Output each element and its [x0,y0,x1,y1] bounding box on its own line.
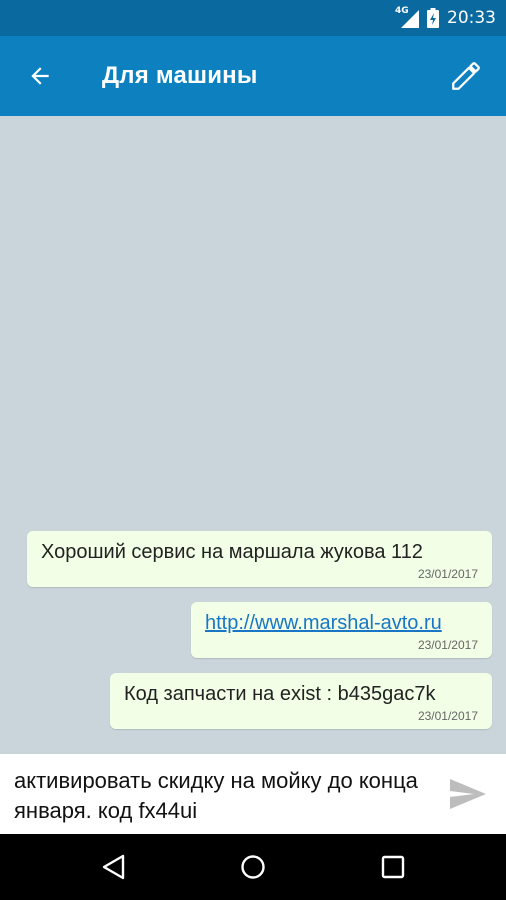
nav-back-button[interactable] [93,847,133,887]
edit-button[interactable] [444,54,488,98]
message-date: 23/01/2017 [417,567,478,581]
back-button[interactable] [20,56,60,96]
status-indicators: 4G 20:33 [395,0,496,36]
nav-home-button[interactable] [233,847,273,887]
message-bubble[interactable]: http://www.marshal-avto.ru 23/01/2017 [191,602,492,658]
message-list[interactable]: Хороший сервис на маршала жукова 112 23/… [0,116,506,754]
arrow-left-icon [31,67,49,85]
message-text: Код запчасти на exist : b435gac7k [124,683,436,705]
status-bar: 4G 20:33 [0,0,506,36]
message-date: 23/01/2017 [417,709,478,723]
nav-recents-icon [381,855,405,879]
nav-home-icon [241,855,265,879]
pencil-icon [452,62,480,90]
message-bubble[interactable]: Хороший сервис на маршала жукова 112 23/… [27,531,492,587]
send-icon [450,779,486,809]
message-composer: активировать скидку на мойку до конца ян… [0,754,506,834]
message-link[interactable]: http://www.marshal-avto.ru [205,611,478,635]
app-bar: Для машины [0,36,506,116]
page-title: Для машины [102,62,258,89]
message-input[interactable]: активировать скидку на мойку до конца ян… [14,766,434,828]
message-text: Хороший сервис на маршала жукова 112 [41,541,423,563]
message-date: 23/01/2017 [417,638,478,652]
nav-recents-button[interactable] [373,847,413,887]
system-nav-bar [0,834,506,900]
signal-icon: 4G [395,6,419,28]
status-time: 20:33 [447,8,496,28]
battery-icon [427,8,439,28]
send-button[interactable] [448,776,488,812]
message-bubble[interactable]: Код запчасти на exist : b435gac7k 23/01/… [110,673,492,729]
nav-back-icon [102,854,125,880]
